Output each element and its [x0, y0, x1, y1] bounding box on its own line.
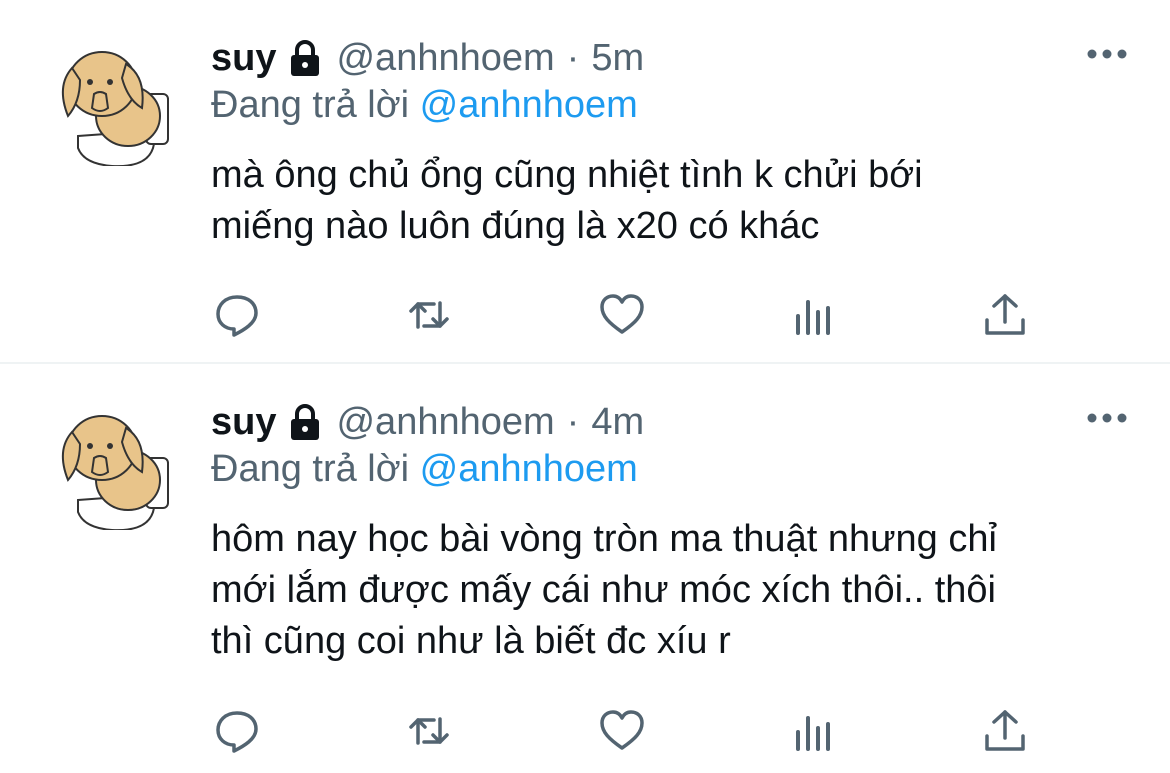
like-icon [600, 294, 644, 334]
user-handle[interactable]: @anhnhoem [336, 401, 554, 444]
share-icon [985, 294, 1025, 335]
analytics-icon [796, 716, 830, 751]
reply-handle-link[interactable]: @anhnhoem [420, 84, 638, 126]
reply-button[interactable] [212, 706, 262, 756]
analytics-button[interactable] [788, 290, 838, 340]
avatar[interactable] [50, 36, 180, 166]
reply-prefix: Đang trả lời [211, 84, 410, 126]
share-button[interactable] [980, 290, 1030, 340]
tweet[interactable]: suy @anhnhoem · 5m Đang trả lời @anhnhoe… [0, 0, 1170, 362]
more-icon[interactable] [1086, 45, 1128, 63]
tweet-text-line: miếng nào luôn đúng là x20 có khác [211, 205, 820, 247]
more-icon[interactable] [1086, 409, 1128, 427]
display-name[interactable]: suy [211, 401, 276, 444]
reply-button[interactable] [212, 290, 262, 340]
like-button[interactable] [597, 706, 647, 756]
reply-icon [216, 711, 258, 753]
reply-context: Đang trả lời @anhnhoem [211, 448, 638, 491]
reply-handle-link[interactable]: @anhnhoem [420, 448, 638, 490]
analytics-button[interactable] [788, 706, 838, 756]
reply-icon [216, 295, 258, 337]
timestamp[interactable]: 5m [591, 37, 644, 80]
tweet-text-line: mới lắm được mấy cái như móc xích thôi..… [211, 569, 996, 611]
share-button[interactable] [980, 706, 1030, 756]
reply-context: Đang trả lời @anhnhoem [211, 84, 638, 127]
separator-dot: · [566, 400, 580, 443]
retweet-icon [409, 301, 449, 329]
avatar[interactable] [50, 400, 180, 530]
lock-icon [291, 40, 320, 76]
separator-dot: · [566, 36, 580, 79]
reply-prefix: Đang trả lời [211, 448, 410, 490]
like-button[interactable] [597, 290, 647, 340]
analytics-icon [796, 300, 830, 335]
tweet[interactable]: suy @anhnhoem · 4m Đang trả lời @anhnhoe… [0, 364, 1170, 773]
action-bar [212, 706, 1042, 756]
tweet-text: mà ông chủ ổng cũng nhiệt tình k chửi bớ… [211, 150, 1151, 252]
retweet-button[interactable] [404, 706, 454, 756]
user-handle[interactable]: @anhnhoem [336, 37, 554, 80]
like-icon [600, 710, 644, 750]
lock-icon [291, 404, 320, 440]
tweet-text-line: hôm nay học bài vòng tròn ma thuật nhưng… [211, 518, 997, 560]
share-icon [985, 710, 1025, 751]
action-bar [212, 290, 1042, 340]
tweet-text-line: thì cũng coi như là biết đc xíu r [211, 620, 731, 662]
tweet-text-line: mà ông chủ ổng cũng nhiệt tình k chửi bớ… [211, 154, 923, 196]
retweet-icon [409, 717, 449, 745]
retweet-button[interactable] [404, 290, 454, 340]
display-name[interactable]: suy [211, 37, 276, 80]
tweet-text: hôm nay học bài vòng tròn ma thuật nhưng… [211, 514, 1151, 667]
timestamp[interactable]: 4m [591, 401, 644, 444]
